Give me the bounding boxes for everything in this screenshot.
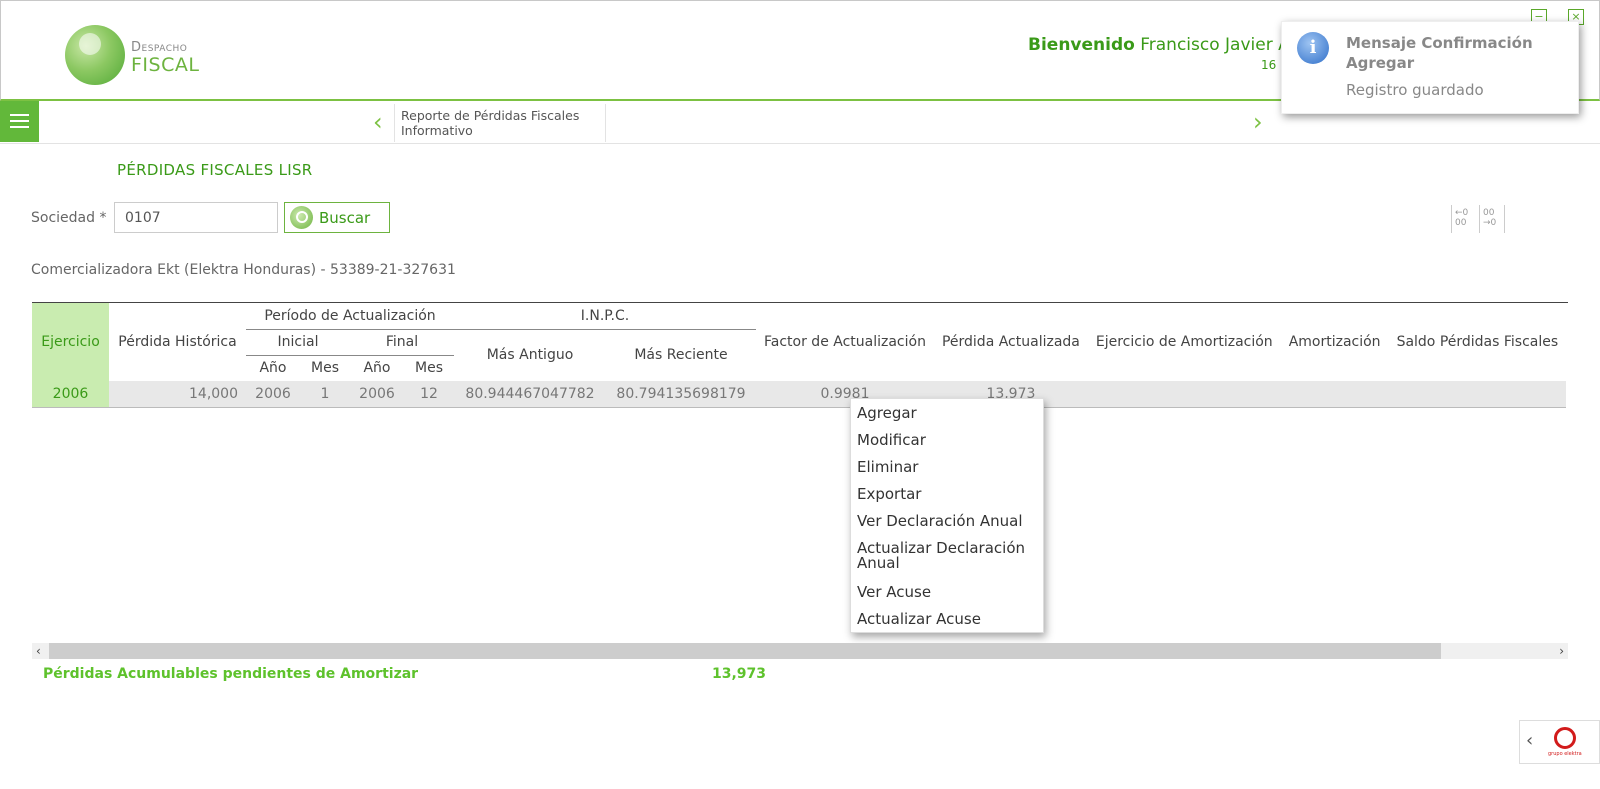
cell-mes-final[interactable]: 12 xyxy=(404,381,454,408)
header-final: Final xyxy=(350,329,454,356)
header-ejercicio-amortizacion[interactable]: Ejercicio de Amortización xyxy=(1088,303,1281,381)
menu-bar-icon xyxy=(10,120,29,122)
menu-item-agregar[interactable]: Agregar xyxy=(857,406,917,421)
cell-anio-inicial[interactable]: 2006 xyxy=(246,381,300,408)
header-perdida-actualizada[interactable]: Pérdida Actualizada xyxy=(934,303,1088,381)
header-inicial: Inicial xyxy=(246,329,350,356)
elektra-logo-icon xyxy=(1554,727,1576,749)
nav-next-icon[interactable]: › xyxy=(1253,108,1263,136)
header-perdida-historica[interactable]: Pérdida Histórica xyxy=(109,303,246,381)
user-name: Francisco Javier A xyxy=(1140,35,1290,55)
cell-mes-inicial[interactable]: 1 xyxy=(300,381,350,408)
cell-amortizacion[interactable] xyxy=(1280,381,1389,408)
collapse-columns-icon[interactable]: ←0 00 xyxy=(1451,205,1477,233)
cell-mas-antiguo[interactable]: 80.944467047782 xyxy=(454,381,606,408)
grupo-elektra-badge[interactable]: ‹ grupo elektra xyxy=(1519,720,1600,764)
scroll-thumb[interactable] xyxy=(49,643,1441,659)
chevron-left-icon[interactable]: ‹ xyxy=(1526,730,1533,751)
header-ejercicio[interactable]: Ejercicio xyxy=(32,303,109,381)
toast-message: Registro guardado xyxy=(1346,81,1484,99)
total-value: 13,973 xyxy=(712,666,767,682)
search-button[interactable]: Buscar xyxy=(284,202,390,233)
hamburger-menu-button[interactable] xyxy=(0,101,39,142)
header-amortizacion[interactable]: Amortización xyxy=(1281,303,1389,381)
header-anio-final[interactable]: Año xyxy=(350,355,404,381)
cell-ejercicio[interactable]: 2006 xyxy=(32,381,109,408)
search-icon xyxy=(290,206,313,229)
menu-bar-icon xyxy=(10,114,29,116)
header-saldo[interactable]: Saldo Pérdidas Fiscales xyxy=(1389,303,1567,381)
perdidas-table: Ejercicio Pérdida Histórica Período de A… xyxy=(32,302,1568,408)
search-button-label: Buscar xyxy=(319,208,371,227)
scroll-right-icon[interactable]: › xyxy=(1559,643,1564,659)
cell-saldo[interactable] xyxy=(1388,381,1567,408)
menu-item-ver-declaracion[interactable]: Ver Declaración Anual xyxy=(857,514,1023,529)
menu-item-modificar[interactable]: Modificar xyxy=(857,433,926,448)
header-mes-inicial[interactable]: Mes xyxy=(300,355,350,381)
sociedad-label: Sociedad * xyxy=(31,210,107,226)
confirmation-toast: i Mensaje Confirmación Agregar Registro … xyxy=(1281,21,1579,114)
cell-anio-final[interactable]: 2006 xyxy=(350,381,404,408)
total-label: Pérdidas Acumulables pendientes de Amort… xyxy=(43,666,419,682)
page-title: PÉRDIDAS FISCALES LISR xyxy=(117,161,313,179)
cell-ejercicio-amortizacion[interactable] xyxy=(1087,381,1281,408)
welcome-label: Bienvenido xyxy=(1028,35,1135,55)
menu-item-actualizar-declaracion[interactable]: Actualizar Declaración Anual xyxy=(857,541,1037,571)
elektra-logo-text: grupo elektra xyxy=(1548,751,1582,757)
menu-item-ver-acuse[interactable]: Ver Acuse xyxy=(857,585,931,600)
logo-text-bottom: FISCAL xyxy=(131,54,200,76)
toast-title: Mensaje Confirmación Agregar xyxy=(1346,34,1533,72)
context-menu: Agregar Modificar Eliminar Exportar Ver … xyxy=(850,398,1044,633)
session-date: 16 xyxy=(1261,58,1277,72)
horizontal-scrollbar[interactable]: ‹ › xyxy=(32,643,1568,659)
nav-prev-icon[interactable]: ‹ xyxy=(373,108,383,136)
logo-text-top: Despacho xyxy=(131,40,188,55)
sociedad-input[interactable] xyxy=(114,202,278,233)
header-mas-antiguo[interactable]: Más Antiguo xyxy=(454,329,606,381)
header-factor[interactable]: Factor de Actualización xyxy=(756,303,934,381)
menu-bar-icon xyxy=(10,126,29,128)
cell-mas-reciente[interactable]: 80.794135698179 xyxy=(606,381,756,408)
header-periodo-actualizacion: Período de Actualización xyxy=(246,303,454,330)
table-row[interactable]: 2006 14,000 2006 1 2006 12 80.9444670477… xyxy=(32,381,1567,408)
logo-emblem-icon xyxy=(65,25,125,85)
expand-columns-icon[interactable]: 00 →0 xyxy=(1479,205,1505,233)
menu-item-exportar[interactable]: Exportar xyxy=(857,487,921,502)
header-mas-reciente[interactable]: Más Reciente xyxy=(606,329,756,381)
cell-perdida-historica[interactable]: 14,000 xyxy=(109,381,246,408)
info-icon: i xyxy=(1297,32,1329,64)
header-mes-final[interactable]: Mes xyxy=(404,355,454,381)
welcome-message: Bienvenido Francisco Javier A xyxy=(1028,35,1290,55)
despacho-fiscal-logo: Despacho FISCAL xyxy=(65,25,205,85)
tab-reporte-perdidas[interactable]: Reporte de Pérdidas Fiscales Informativo xyxy=(394,104,606,142)
company-info: Comercializadora Ekt (Elektra Honduras) … xyxy=(31,262,456,278)
header-inpc: I.N.P.C. xyxy=(454,303,756,330)
menu-item-actualizar-acuse[interactable]: Actualizar Acuse xyxy=(857,612,981,627)
scroll-left-icon[interactable]: ‹ xyxy=(36,643,41,659)
header-anio-inicial[interactable]: Año xyxy=(246,355,300,381)
menu-item-eliminar[interactable]: Eliminar xyxy=(857,460,918,475)
